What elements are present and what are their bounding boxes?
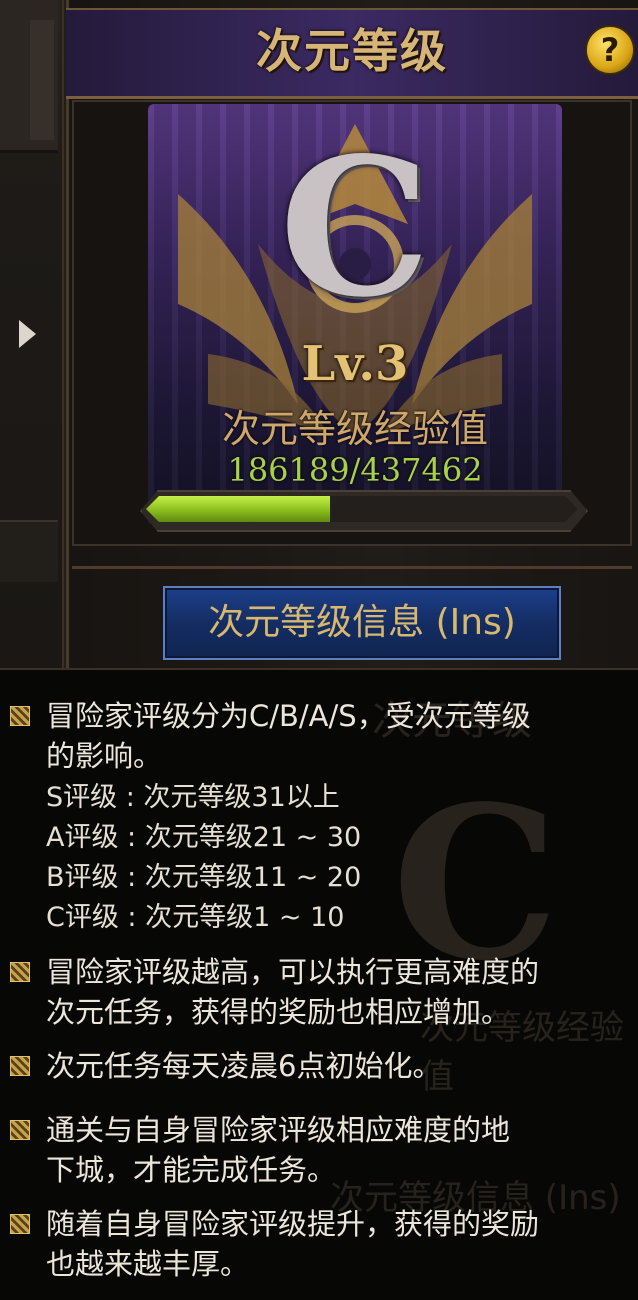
bullet-diamond-icon xyxy=(10,1214,30,1234)
tooltip-line: 通关与自身冒险家评级相应难度的地 xyxy=(46,1113,511,1147)
exp-progress-bar xyxy=(146,496,578,522)
rail-segment xyxy=(30,20,54,140)
divider xyxy=(72,566,632,569)
exp-value: 186189/437462 xyxy=(227,451,483,489)
tooltip-line: 也越来越丰厚。 xyxy=(46,1247,250,1281)
grade-line-s: S评级 : 次元等级31以上 xyxy=(46,782,340,813)
dimension-level-panel: 次元等级 ? C Lv.3 次元等级经验值 186189/437462 次元等级… xyxy=(0,0,638,668)
grade-line-a: A评级 : 次元等级21 ~ 30 xyxy=(46,822,362,853)
bullet-diamond-icon xyxy=(10,1056,30,1076)
triangle-right-icon[interactable] xyxy=(19,320,36,348)
tooltip-line: 冒险家评级越高，可以执行更高难度的 xyxy=(46,955,540,989)
dimension-info-button[interactable]: 次元等级信息 (Ins) xyxy=(163,586,561,660)
bullet-diamond-icon xyxy=(10,1120,30,1140)
tooltip-line: 冒险家评级分为C/B/A/S，受次元等级 xyxy=(46,699,531,733)
tooltip-panel: 次元等级 C 次元等级经验值 次元等级信息 (Ins) 冒险家评级分为C/B/A… xyxy=(0,668,638,1300)
grade-letter: C xyxy=(279,116,431,339)
question-icon[interactable]: ? xyxy=(585,25,635,75)
grade-line-b: B评级 : 次元等级11 ~ 20 xyxy=(46,862,362,893)
bullet-diamond-icon xyxy=(10,962,30,982)
exp-progress-fill xyxy=(146,496,330,522)
tooltip-line: 的影响。 xyxy=(46,739,163,773)
level-label: Lv.3 xyxy=(301,336,409,392)
rail-segment xyxy=(0,520,58,582)
bullet-diamond-icon xyxy=(10,706,30,726)
panel-title: 次元等级 xyxy=(256,24,448,78)
tooltip-line: 随着自身冒险家评级提升，获得的奖励 xyxy=(46,1207,540,1241)
tooltip-line: 次元任务每天凌晨6点初始化。 xyxy=(46,1049,442,1083)
tooltip-line: 次元任务，获得的奖励也相应增加。 xyxy=(46,995,511,1029)
exp-label: 次元等级经验值 xyxy=(221,407,488,451)
grade-line-c: C评级 : 次元等级1 ~ 10 xyxy=(46,902,345,933)
tooltip-line: 下城，才能完成任务。 xyxy=(46,1153,337,1187)
